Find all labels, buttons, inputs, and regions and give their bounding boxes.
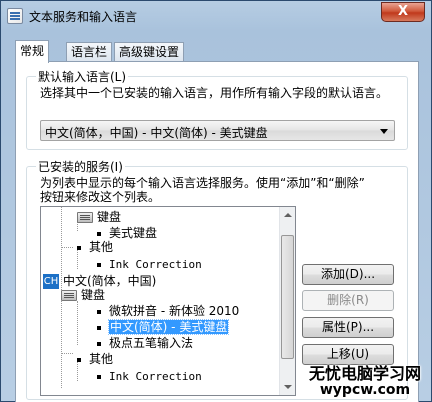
bullet-icon: [97, 231, 101, 236]
tab-panel: 默认输入语言(L) 选择其中一个已安装的输入语言，用作所有输入字段的默认语言。 …: [15, 61, 419, 402]
properties-button[interactable]: 属性(P)...: [302, 317, 394, 338]
bullet-icon: [77, 245, 81, 250]
keyboard-icon: [61, 290, 77, 301]
tree-item-keyboard[interactable]: 键盘: [77, 209, 121, 225]
dialog-window: 文本服务和输入语言 X 常规 语言栏 高级键设置 默认输入语言(L) 选择其中一…: [0, 0, 432, 402]
tree-item-label: 其他: [89, 240, 114, 254]
tree-item-label: 美式键盘: [109, 226, 158, 240]
bullet-icon: [97, 341, 101, 346]
installed-services-description-2: 按钮来修改这个列表。: [40, 190, 161, 204]
bullet-icon: [77, 357, 81, 362]
tree-item-ink-correction-2[interactable]: Ink Correction: [97, 369, 202, 385]
site-watermark: 无忧电脑学习网 wypcw.com: [303, 364, 427, 398]
default-language-description: 选择其中一个已安装的输入语言，用作所有输入字段的默认语言。: [40, 86, 389, 100]
tree-item-label: 键盘: [81, 288, 106, 302]
add-button[interactable]: 添加(D)...: [302, 264, 394, 285]
tree-item-other-2[interactable]: 其他: [77, 351, 113, 367]
tree-item-label: 其他: [89, 352, 114, 366]
app-icon: [7, 8, 23, 24]
tree-item-label: Ink Correction: [109, 258, 202, 271]
window-title: 文本服务和输入语言: [29, 10, 138, 24]
tree-item-label: 极点五笔输入法: [109, 336, 194, 350]
tree-item-other[interactable]: 其他: [77, 239, 113, 255]
scroll-thumb[interactable]: [281, 235, 294, 359]
tree-item-label: 中文(简体，中国): [63, 274, 157, 288]
tree-item-label: Ink Correction: [109, 370, 202, 383]
bullet-icon: [97, 325, 101, 330]
remove-button[interactable]: 删除(R): [302, 290, 394, 311]
tab-advanced-key-settings[interactable]: 高级键设置: [114, 42, 185, 61]
tree-item-ms-pinyin[interactable]: 微软拼音 - 新体验 2010: [97, 303, 239, 319]
tree-connector: [61, 353, 73, 354]
tab-general[interactable]: 常规: [15, 40, 50, 63]
tree-scrollbar[interactable]: [279, 207, 295, 395]
keyboard-icon: [77, 212, 93, 223]
bullet-icon: [97, 263, 101, 267]
default-language-label: 默认输入语言(L): [36, 68, 129, 85]
installed-services-label: 已安装的服务(I): [36, 158, 125, 175]
language-ch-icon: CH: [43, 274, 59, 289]
tree-connector: [77, 301, 78, 345]
tree-item-ink-correction[interactable]: Ink Correction: [97, 257, 202, 273]
tree-item-label: 中文(简体) - 美式键盘: [107, 319, 230, 335]
scroll-up-icon[interactable]: [280, 207, 295, 223]
title-bar[interactable]: 文本服务和输入语言 X: [1, 1, 431, 31]
tree-item-label: 键盘: [97, 210, 122, 224]
services-tree[interactable]: 键盘 美式键盘 其他 Ink Correction CH 中文(简体，中国) 键盘…: [40, 206, 296, 396]
tree-item-chinese-us-keyboard[interactable]: 中文(简体) - 美式键盘: [97, 319, 230, 335]
move-up-button[interactable]: 上移(U): [302, 344, 394, 365]
tree-item-label: 微软拼音 - 新体验 2010: [109, 304, 240, 318]
tree-item-jidian-wubi[interactable]: 极点五笔输入法: [97, 335, 193, 351]
default-language-value: 中文(简体，中国) - 中文(简体) - 美式键盘: [45, 126, 268, 140]
bullet-icon: [97, 375, 101, 379]
tab-language-bar[interactable]: 语言栏: [66, 42, 113, 61]
watermark-line-1: 无忧电脑学习网: [308, 364, 421, 383]
close-button[interactable]: X: [381, 2, 425, 22]
default-language-dropdown[interactable]: 中文(简体，中国) - 中文(简体) - 美式键盘: [40, 120, 395, 141]
chevron-down-icon: [380, 129, 388, 134]
tree-item-keyboard-2[interactable]: 键盘: [61, 287, 105, 303]
watermark-line-2: wypcw.com: [319, 382, 411, 398]
tree-connector: [61, 247, 73, 248]
scroll-down-icon[interactable]: [280, 379, 295, 395]
installed-services-description-1: 为列表中显示的每个输入语言选择服务。使用“添加”和“删除”: [40, 176, 365, 190]
bullet-icon: [97, 309, 101, 314]
